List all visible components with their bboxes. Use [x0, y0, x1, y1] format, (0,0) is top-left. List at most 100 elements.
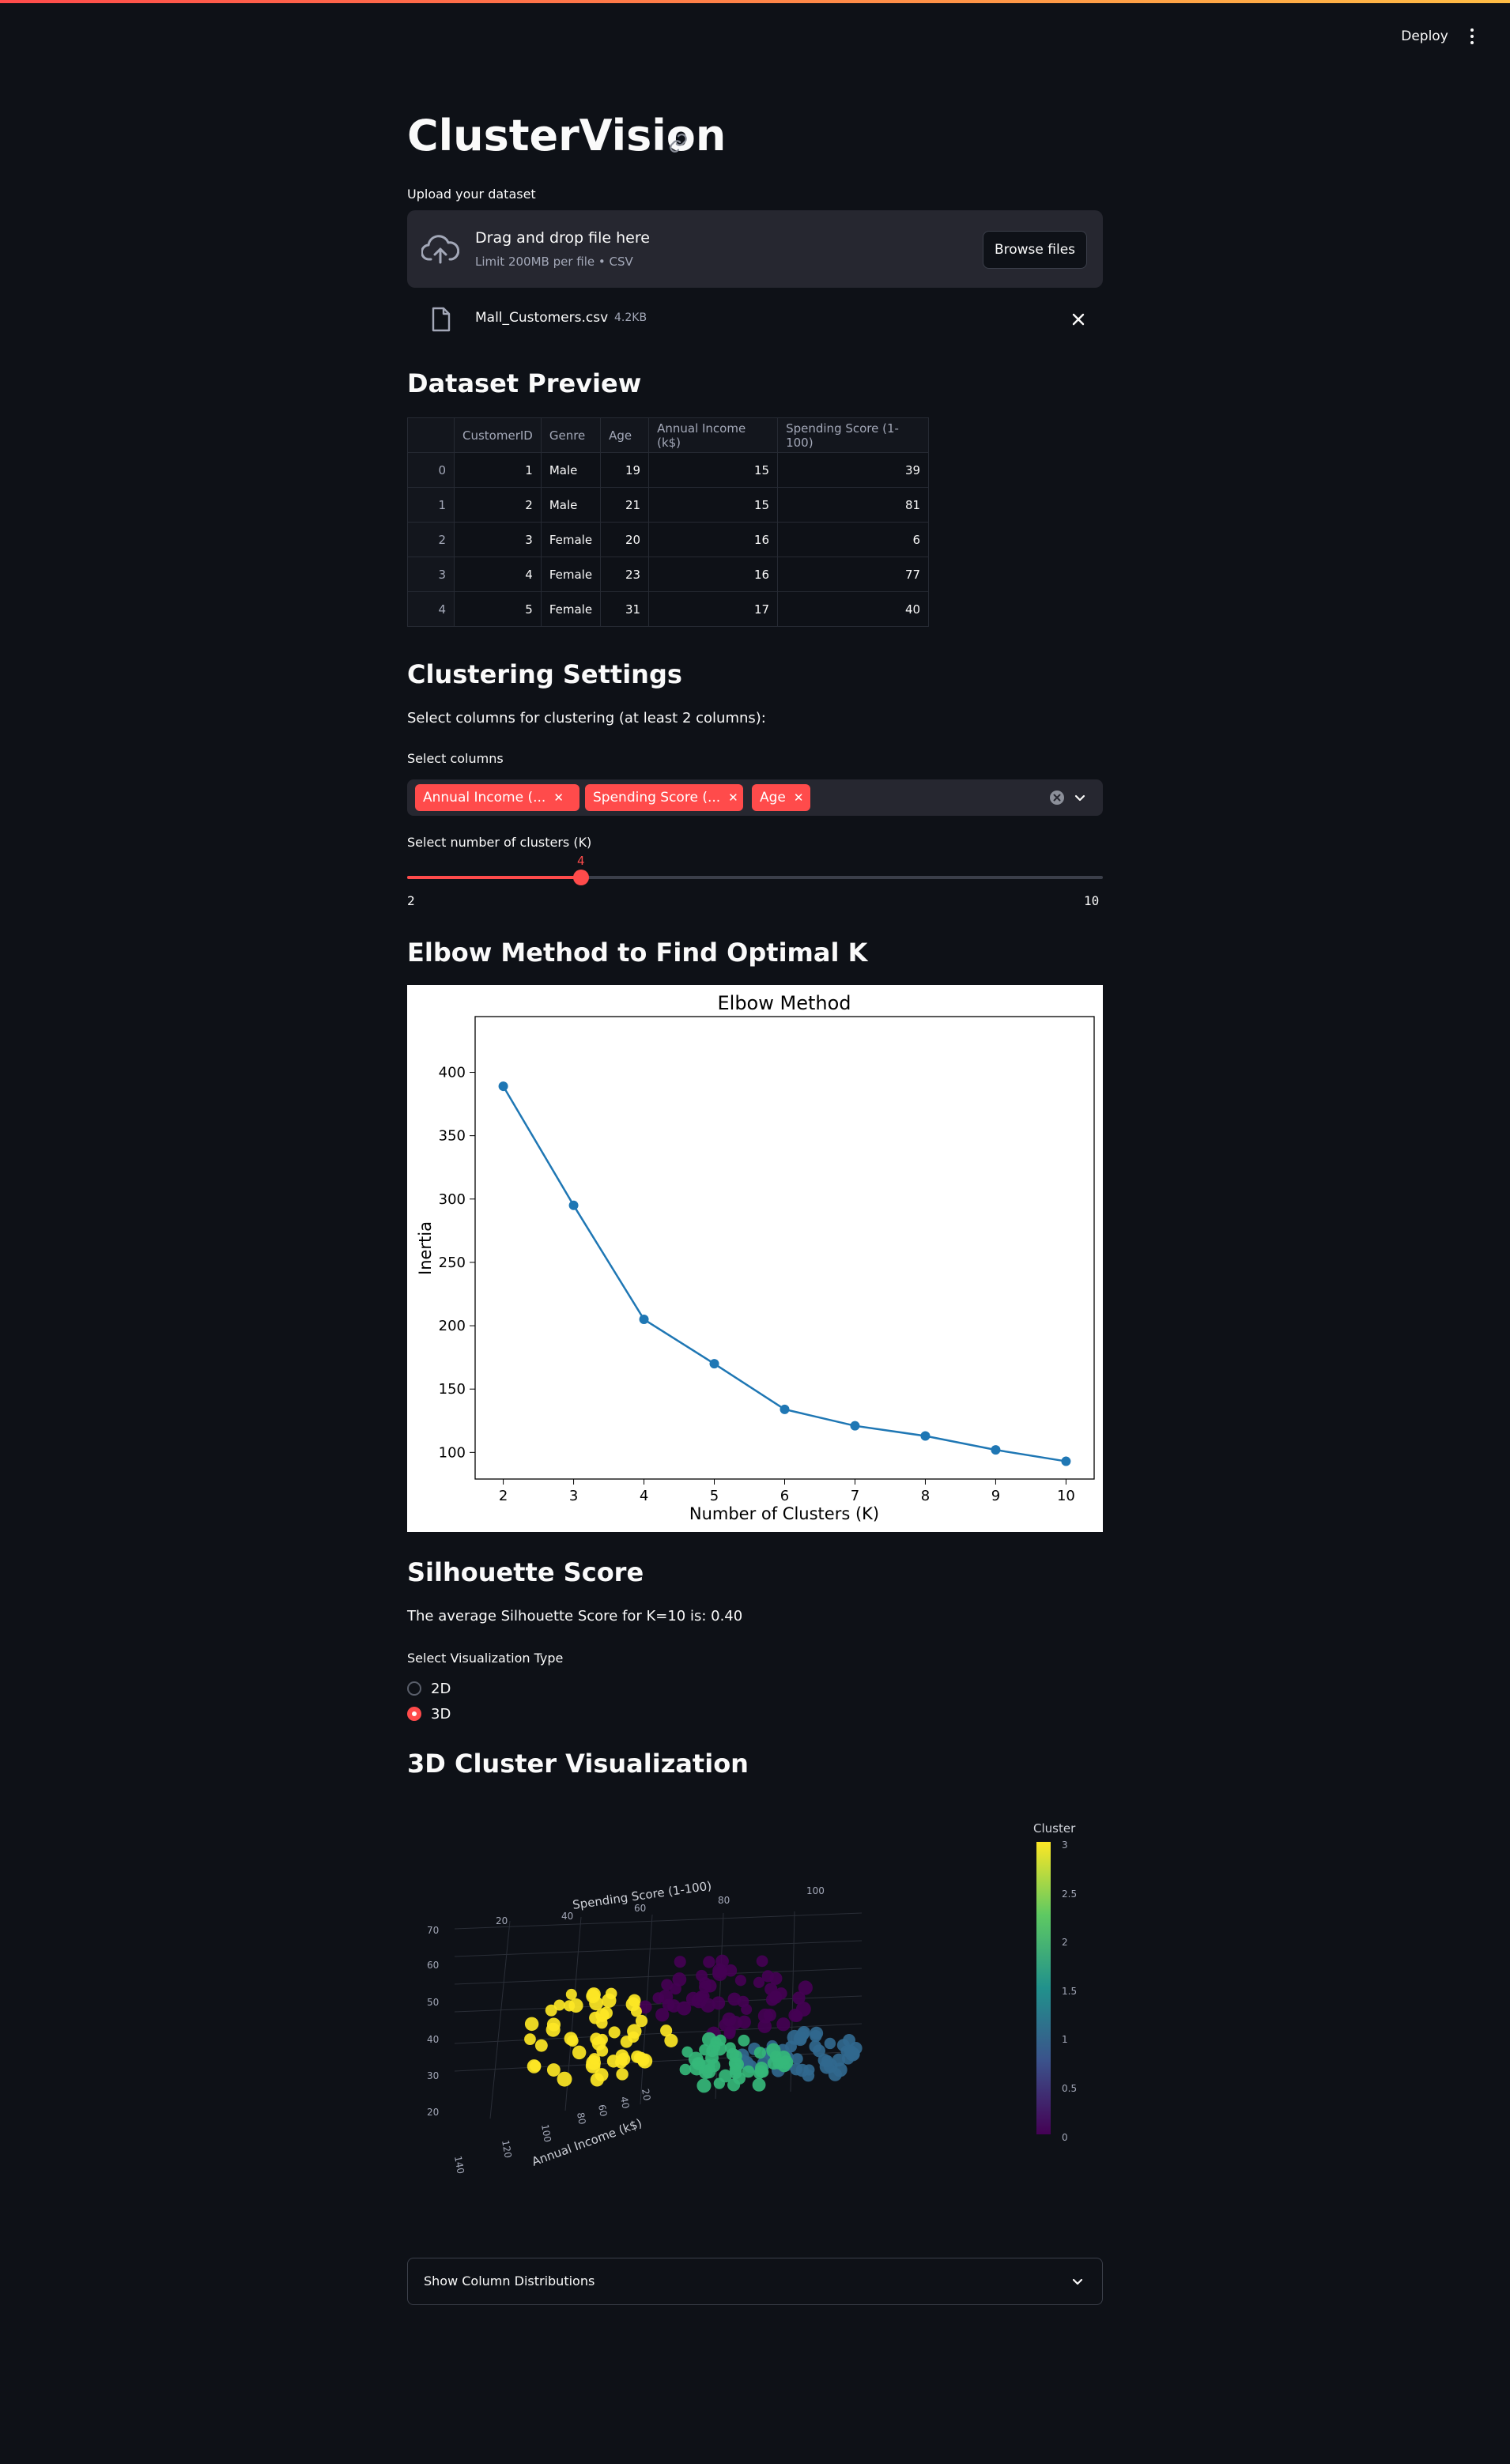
table-cell[interactable]: 23 [600, 557, 650, 592]
table-cell[interactable]: 20 [600, 522, 650, 557]
scatter-point[interactable] [724, 2042, 736, 2054]
deploy-button[interactable]: Deploy [1391, 22, 1458, 51]
column-header[interactable]: CustomerID [454, 417, 542, 453]
scatter-point[interactable] [666, 1999, 681, 2013]
radio-circle-selected[interactable] [407, 1707, 421, 1721]
scatter-point[interactable] [753, 2067, 765, 2080]
scatter-point[interactable] [635, 2014, 648, 2028]
table-cell[interactable]: 19 [600, 452, 650, 488]
scatter-point[interactable] [791, 2053, 803, 2065]
scatter-point[interactable] [557, 2071, 572, 2087]
columns-multiselect[interactable]: Annual Income (... ✕ Spending Score (... ✕… [407, 779, 1103, 816]
column-header[interactable]: Age [600, 417, 650, 453]
scatter-point[interactable] [616, 2068, 629, 2081]
table-cell[interactable]: 40 [777, 591, 930, 627]
scatter-point[interactable] [769, 1972, 783, 1985]
scatter-point[interactable] [674, 1956, 686, 1968]
table-cell[interactable]: 15 [648, 452, 779, 488]
scatter-point[interactable] [696, 2078, 712, 2093]
selected-column-tag[interactable]: Age ✕ [752, 784, 810, 811]
table-cell[interactable]: 16 [648, 522, 779, 557]
scatter-point[interactable] [797, 2026, 810, 2039]
scatter-point[interactable] [524, 2017, 539, 2032]
radio-circle[interactable] [407, 1681, 421, 1696]
table-cell[interactable]: 2 [454, 487, 542, 523]
chevron-down-icon[interactable] [1073, 791, 1087, 805]
scatter-point[interactable] [625, 1997, 640, 2012]
scatter-point[interactable] [733, 2072, 746, 2085]
scatter-point[interactable] [712, 1963, 727, 1979]
radio-option-2d[interactable]: 2D [407, 1679, 451, 1698]
scatter-point[interactable] [803, 2064, 815, 2076]
table-cell[interactable]: Male [540, 452, 602, 488]
scatter-point[interactable] [753, 1976, 765, 1988]
dataset-preview-table[interactable]: CustomerID Genre Age Annual Income (k$) … [407, 417, 930, 627]
scatter-point[interactable] [527, 2059, 542, 2073]
scatter-point[interactable] [672, 1972, 687, 1987]
scatter-point[interactable] [596, 2044, 609, 2057]
scatter-point[interactable] [737, 1995, 749, 2008]
table-cell[interactable]: Female [540, 522, 602, 557]
table-cell[interactable]: 5 [454, 591, 542, 627]
table-cell[interactable]: 39 [777, 452, 930, 488]
main-menu-icon[interactable] [1464, 22, 1480, 51]
table-cell[interactable]: Male [540, 487, 602, 523]
table-cell[interactable]: 77 [777, 557, 930, 592]
scatter-point[interactable] [602, 1993, 617, 2008]
scatter-point[interactable] [545, 2022, 561, 2037]
browse-files-button[interactable]: Browse files [983, 231, 1087, 269]
scatter-point[interactable] [776, 2017, 791, 2032]
3d-scatter-plot[interactable]: Spending Score (1-100) 20 40 60 80 100 7… [407, 1810, 1103, 2221]
table-cell[interactable]: 15 [648, 487, 779, 523]
scatter-point[interactable] [565, 1988, 577, 2000]
table-cell[interactable]: 21 [600, 487, 650, 523]
scatter-point[interactable] [766, 2043, 781, 2058]
scatter-point[interactable] [637, 2053, 653, 2069]
scatter-point[interactable] [756, 1955, 768, 1968]
scatter-point[interactable] [722, 2012, 737, 2027]
scatter-point[interactable] [567, 2035, 579, 2047]
cluster-slider-thumb[interactable] [573, 870, 589, 885]
scatter-point[interactable] [738, 2034, 750, 2047]
scatter-point[interactable] [660, 2024, 673, 2037]
table-cell[interactable]: 6 [777, 522, 930, 557]
scatter-point[interactable] [712, 1996, 726, 2010]
anchor-link-icon[interactable] [668, 133, 689, 153]
remove-tag-icon[interactable]: ✕ [794, 791, 804, 805]
scatter-point[interactable] [524, 2033, 536, 2045]
selected-column-tag[interactable]: Spending Score (... ✕ [585, 784, 743, 811]
remove-tag-icon[interactable]: ✕ [553, 791, 564, 805]
scatter-point[interactable] [698, 2065, 713, 2080]
remove-file-icon[interactable] [1070, 311, 1086, 327]
scatter-point[interactable] [812, 2044, 825, 2058]
radio-option-3d[interactable]: 3D [407, 1704, 451, 1723]
scatter-point[interactable] [608, 2026, 621, 2039]
scatter-point[interactable] [810, 2029, 822, 2043]
remove-tag-icon[interactable]: ✕ [728, 791, 738, 805]
scatter-point[interactable] [628, 2031, 640, 2043]
scatter-point[interactable] [545, 2004, 557, 2017]
table-cell[interactable]: 3 [454, 522, 542, 557]
selected-column-tag[interactable]: Annual Income (... ✕ [415, 784, 579, 811]
scatter-point[interactable] [587, 1987, 601, 2002]
scatter-point[interactable] [546, 2063, 561, 2077]
scatter-point[interactable] [824, 2037, 836, 2050]
scatter-point[interactable] [713, 2077, 726, 2089]
scatter-point[interactable] [595, 2017, 608, 2029]
scatter-point[interactable] [698, 1980, 712, 1994]
scatter-point[interactable] [534, 2039, 548, 2052]
scatter-point[interactable] [728, 2057, 742, 2070]
scatter-point[interactable] [590, 2032, 602, 2045]
scatter-point[interactable] [791, 2009, 803, 2022]
column-distributions-expander[interactable]: Show Column Distributions [407, 2258, 1103, 2305]
table-cell[interactable]: 81 [777, 487, 930, 523]
scatter-point[interactable] [572, 2045, 587, 2060]
scatter-point[interactable] [679, 2063, 692, 2076]
table-cell[interactable]: 4 [454, 557, 542, 592]
scatter-point[interactable] [752, 2077, 766, 2092]
column-header[interactable]: Genre [540, 417, 602, 453]
3d-scatter-svg[interactable]: Spending Score (1-100) 20 40 60 80 100 7… [407, 1810, 1103, 2221]
file-dropzone[interactable]: Drag and drop file here Limit 200MB per … [407, 210, 1103, 288]
scatter-point[interactable] [734, 1975, 746, 1987]
scatter-point[interactable] [753, 2047, 766, 2059]
